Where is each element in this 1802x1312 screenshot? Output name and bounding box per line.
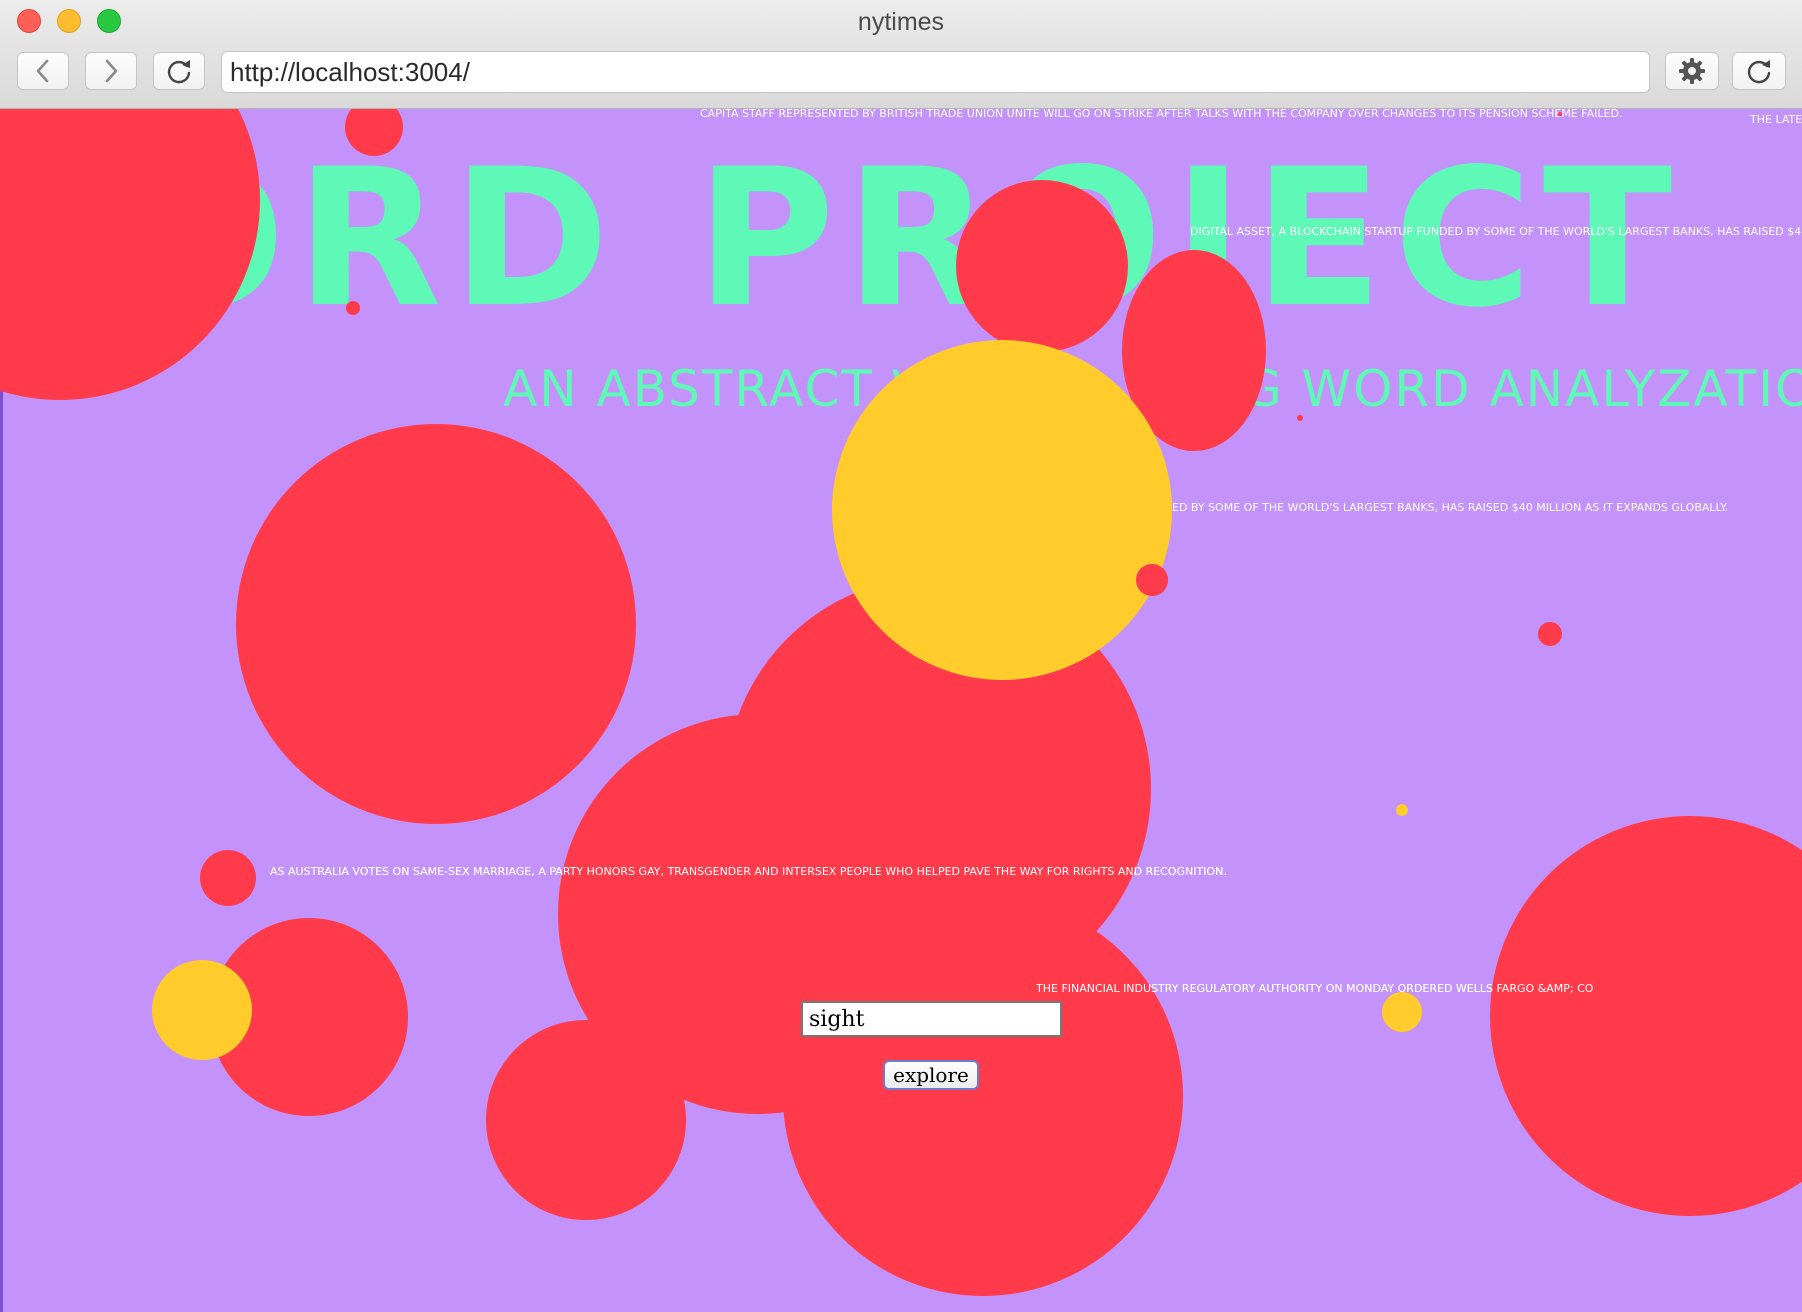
refresh-icon — [1747, 60, 1771, 84]
reload-icon — [167, 60, 191, 84]
browser-window: nytimes http://localhost:3004/ ORD PROJE… — [0, 0, 1802, 1312]
headline-text: Digital Asset, a blockchain startup fund… — [1190, 225, 1802, 238]
red-bubble — [1490, 816, 1802, 1216]
headline-text-overlay: As Australia votes on same-sex marriage,… — [270, 865, 1227, 878]
settings-button[interactable] — [1665, 52, 1719, 90]
yellow-bubble — [1382, 992, 1422, 1032]
explore-button[interactable]: explore — [883, 1060, 979, 1090]
chevron-right-icon — [105, 59, 118, 83]
window-title: nytimes — [857, 8, 945, 36]
red-bubble — [1538, 622, 1562, 646]
red-bubble — [1136, 564, 1168, 596]
search-input[interactable] — [801, 1001, 1062, 1037]
red-bubble — [1297, 415, 1303, 421]
refresh-button[interactable] — [1732, 52, 1786, 90]
yellow-bubble — [152, 960, 252, 1060]
red-bubble — [783, 896, 1183, 1296]
red-bubble — [346, 301, 360, 315]
red-bubble — [1558, 112, 1562, 116]
headline-text: Capita staff represented by British trad… — [700, 108, 1623, 120]
gear-icon — [1679, 58, 1705, 84]
address-bar[interactable]: http://localhost:3004/ — [221, 51, 1650, 93]
chevron-left-icon — [36, 59, 49, 83]
yellow-bubble — [1396, 804, 1408, 816]
page-subtitle-end: G WORD ANALYZATION — [1243, 360, 1802, 418]
red-bubble — [486, 1020, 686, 1220]
back-button[interactable] — [17, 52, 69, 90]
headline-text: ed by some of the world's largest banks,… — [1172, 501, 1729, 514]
red-bubble — [956, 180, 1128, 352]
page-canvas: ORD PROJECT AN ABSTRACT VIS G WORD ANALY… — [0, 108, 1802, 1312]
red-bubble — [236, 424, 636, 824]
browser-toolbar: nytimes http://localhost:3004/ — [0, 0, 1802, 109]
forward-button[interactable] — [85, 52, 137, 90]
yellow-bubble — [832, 340, 1172, 680]
headline-text-overlay: The Financial Industry Regulatory Author… — [1036, 982, 1594, 995]
headline-text: The Latest — [1750, 113, 1802, 126]
red-bubble — [0, 108, 260, 400]
red-bubble — [200, 850, 256, 906]
reload-button[interactable] — [153, 52, 205, 90]
